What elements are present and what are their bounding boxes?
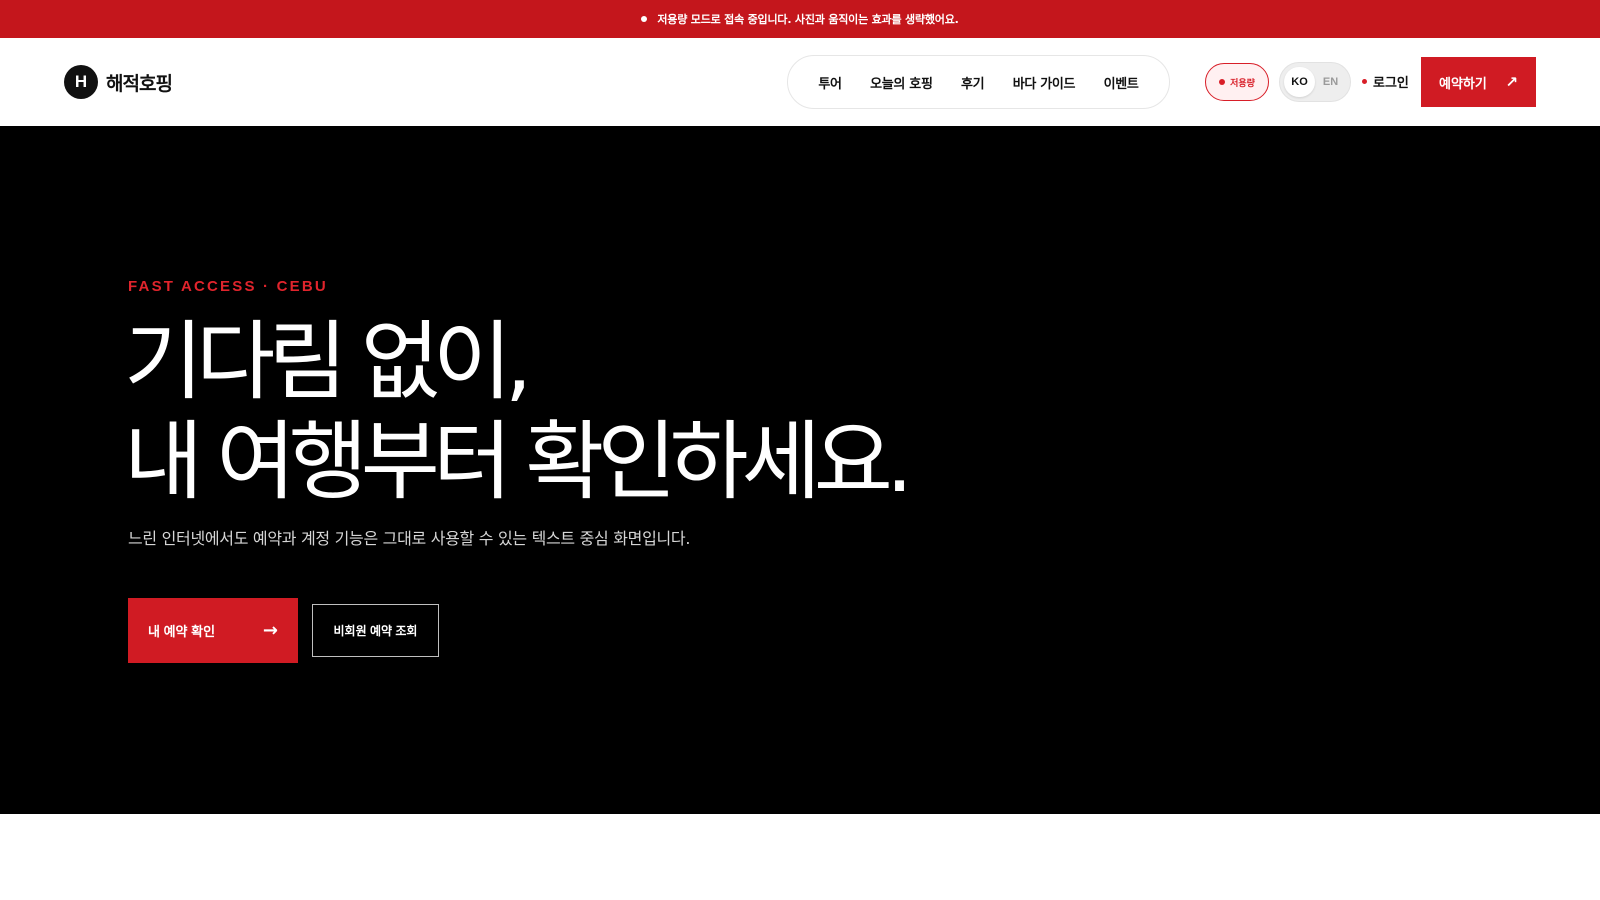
site-logo[interactable]: H 해적호핑 [64,65,173,99]
hero-subtext: 느린 인터넷에서도 예약과 계정 기능은 그대로 사용할 수 있는 텍스트 중심… [128,529,691,548]
check-my-booking-label: 내 예약 확인 [148,624,216,639]
nav-item-reviews[interactable]: 후기 [957,67,988,98]
low-data-banner: 저용량 모드로 접속 중입니다. 사진과 움직이는 효과를 생략했어요. [0,0,1600,38]
nav-item-events[interactable]: 이벤트 [1100,67,1143,98]
login-link[interactable]: 로그인 [1362,72,1409,91]
site-header: H 해적호핑 투어 오늘의 호핑 후기 바다 가이드 이벤트 저용량 KO EN… [0,38,1600,126]
login-dot-icon [1362,79,1367,84]
lang-option-en[interactable]: EN [1315,67,1346,97]
nav-item-today-hopping[interactable]: 오늘의 호핑 [866,67,937,98]
nav-item-sea-guide[interactable]: 바다 가이드 [1009,67,1080,98]
check-my-booking-button[interactable]: 내 예약 확인 → [128,598,298,663]
arrow-up-right-icon: ↗ [1505,73,1518,91]
main-nav: 투어 오늘의 호핑 후기 바다 가이드 이벤트 [787,55,1170,109]
nav-item-tours[interactable]: 투어 [814,67,845,98]
hero-section: FAST ACCESS · CEBU 기다림 없이, 내 여행부터 확인하세요.… [0,126,1600,814]
guest-booking-lookup-button[interactable]: 비회원 예약 조회 [312,604,439,657]
low-data-mode-toggle[interactable]: 저용량 [1205,63,1269,101]
hero-headline-line-2: 내 여행부터 확인하세요. [124,412,913,512]
low-data-label: 저용량 [1230,78,1255,89]
low-data-dot-icon [1219,79,1226,85]
hero-headline: 기다림 없이, 내 여행부터 확인하세요. [124,312,913,512]
language-switcher: KO EN [1279,62,1351,102]
hero-eyebrow: FAST ACCESS · CEBU [128,278,328,295]
logo-mark-icon: H [64,65,98,99]
hero-headline-line-1: 기다림 없이, [124,312,532,412]
arrow-right-icon: → [262,620,278,641]
lang-option-ko[interactable]: KO [1284,67,1315,97]
banner-text: 저용량 모드로 접속 중입니다. 사진과 움직이는 효과를 생략했어요. [657,13,959,26]
reserve-button-label: 예약하기 [1439,75,1487,91]
banner-dot-icon [641,16,648,22]
reserve-button[interactable]: 예약하기 ↗ [1421,57,1536,107]
login-label: 로그인 [1373,76,1409,91]
logo-text: 해적호핑 [106,72,173,95]
guest-booking-lookup-label: 비회원 예약 조회 [333,624,418,638]
